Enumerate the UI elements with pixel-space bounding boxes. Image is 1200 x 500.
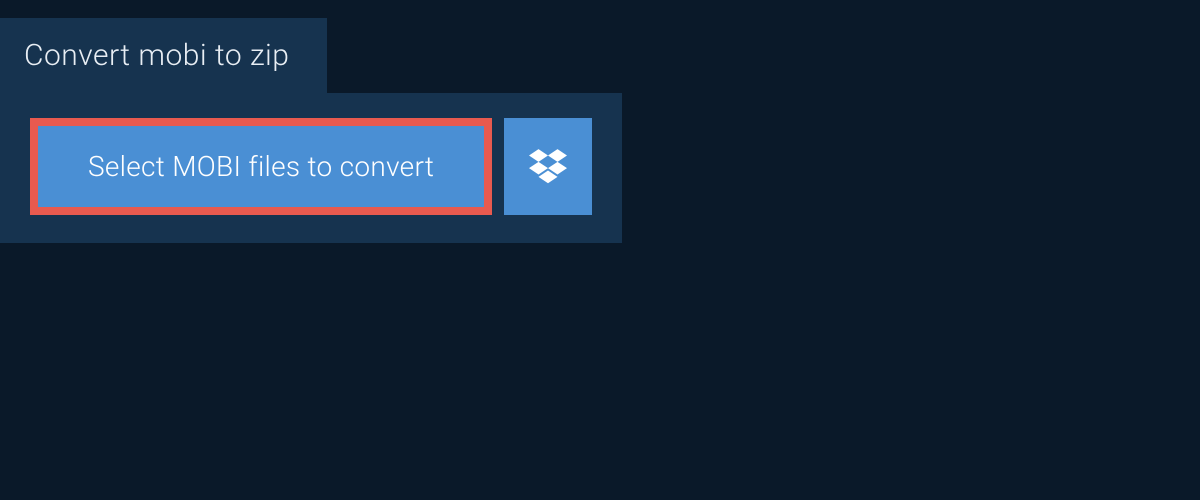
tab-convert[interactable]: Convert mobi to zip (0, 18, 327, 93)
tab-label: Convert mobi to zip (24, 38, 289, 73)
select-files-button[interactable]: Select MOBI files to convert (30, 118, 492, 215)
select-files-label: Select MOBI files to convert (88, 150, 434, 183)
conversion-panel: Select MOBI files to convert (0, 93, 622, 243)
file-select-group: Select MOBI files to convert (30, 118, 592, 215)
dropbox-button[interactable] (504, 118, 592, 215)
tab-bar: Convert mobi to zip (0, 0, 1200, 93)
dropbox-icon (529, 146, 567, 188)
